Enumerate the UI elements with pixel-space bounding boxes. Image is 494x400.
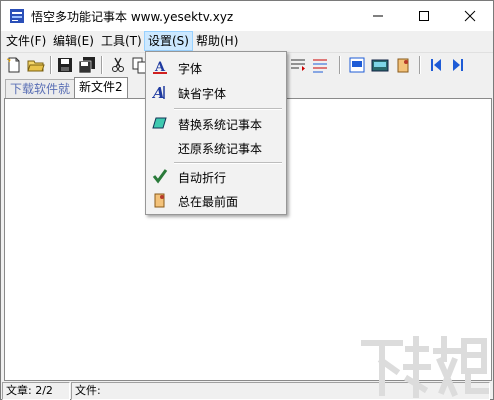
cut-icon[interactable] bbox=[109, 56, 127, 74]
tab-document-1[interactable]: 下载软件就 bbox=[5, 79, 76, 98]
menu-item-label: 字体 bbox=[178, 62, 203, 76]
menu-settings[interactable]: 设置(S) bbox=[144, 31, 193, 51]
menu-separator bbox=[174, 162, 282, 164]
close-button[interactable] bbox=[447, 1, 493, 31]
app-window: 悟空多功能记事本 www.yesektv.xyz 文件(F) 编辑(E) 工具(… bbox=[0, 0, 494, 400]
indent-icon[interactable] bbox=[289, 56, 307, 74]
toolbar-separator bbox=[50, 56, 52, 74]
default-font-icon: A bbox=[152, 84, 165, 100]
menu-separator bbox=[174, 108, 282, 110]
toolbar-separator bbox=[101, 56, 103, 74]
settings-dropdown-menu: A 字体 A 缺省字体 替换系统记事本 还原系统记事本 自动折行 总在最前面 bbox=[145, 51, 287, 215]
pin-note-icon bbox=[154, 193, 165, 208]
toolbar-separator bbox=[339, 56, 341, 74]
toolbar-separator bbox=[419, 56, 421, 74]
font-icon: A bbox=[153, 60, 167, 75]
menu-item-word-wrap[interactable]: 自动折行 bbox=[148, 165, 283, 187]
tab-document-2[interactable]: 新文件2 bbox=[74, 77, 128, 99]
menu-bar: 文件(F) 编辑(E) 工具(T) 设置(S) 帮助(H) bbox=[1, 31, 493, 51]
menu-item-label: 总在最前面 bbox=[178, 195, 239, 209]
menu-item-restore-system-notepad[interactable]: 还原系统记事本 bbox=[148, 136, 283, 158]
minimize-button[interactable] bbox=[355, 1, 401, 31]
menu-edit[interactable]: 编辑(E) bbox=[50, 32, 97, 50]
maximize-icon bbox=[419, 11, 429, 21]
app-notepad-icon bbox=[10, 9, 24, 23]
menu-tools[interactable]: 工具(T) bbox=[98, 32, 145, 50]
next-tab-icon[interactable] bbox=[449, 56, 467, 74]
menu-item-label: 替换系统记事本 bbox=[178, 118, 263, 132]
close-icon bbox=[464, 10, 476, 22]
menu-item-default-font[interactable]: A 缺省字体 bbox=[148, 81, 283, 103]
word-document-icon[interactable] bbox=[348, 56, 366, 74]
menu-item-label: 还原系统记事本 bbox=[178, 142, 263, 156]
maximize-button[interactable] bbox=[401, 1, 447, 31]
new-file-icon[interactable] bbox=[5, 56, 23, 74]
pin-note-icon[interactable] bbox=[395, 56, 413, 74]
status-chapter-count: 文章: 2/2 bbox=[2, 382, 70, 400]
window-title: 悟空多功能记事本 www.yesektv.xyz bbox=[31, 10, 234, 24]
title-bar: 悟空多功能记事本 www.yesektv.xyz bbox=[1, 1, 493, 31]
keyboard-icon[interactable] bbox=[371, 56, 389, 74]
menu-item-replace-system-notepad[interactable]: 替换系统记事本 bbox=[148, 112, 283, 134]
watermark-logo bbox=[361, 336, 489, 398]
menu-item-label: 缺省字体 bbox=[178, 87, 227, 101]
menu-item-font[interactable]: A 字体 bbox=[148, 56, 283, 78]
svg-text:A: A bbox=[152, 84, 165, 100]
open-folder-icon[interactable] bbox=[27, 56, 45, 74]
menu-item-label: 自动折行 bbox=[178, 171, 227, 185]
menu-help[interactable]: 帮助(H) bbox=[193, 32, 241, 50]
save-all-icon[interactable] bbox=[78, 56, 96, 74]
menu-file[interactable]: 文件(F) bbox=[3, 32, 49, 50]
eraser-icon bbox=[152, 117, 167, 129]
checkmark-icon bbox=[152, 169, 168, 184]
outdent-icon[interactable] bbox=[311, 56, 329, 74]
previous-tab-icon[interactable] bbox=[427, 56, 445, 74]
minimize-icon bbox=[373, 15, 383, 17]
save-icon[interactable] bbox=[56, 56, 74, 74]
menu-item-always-on-top[interactable]: 总在最前面 bbox=[148, 189, 283, 211]
